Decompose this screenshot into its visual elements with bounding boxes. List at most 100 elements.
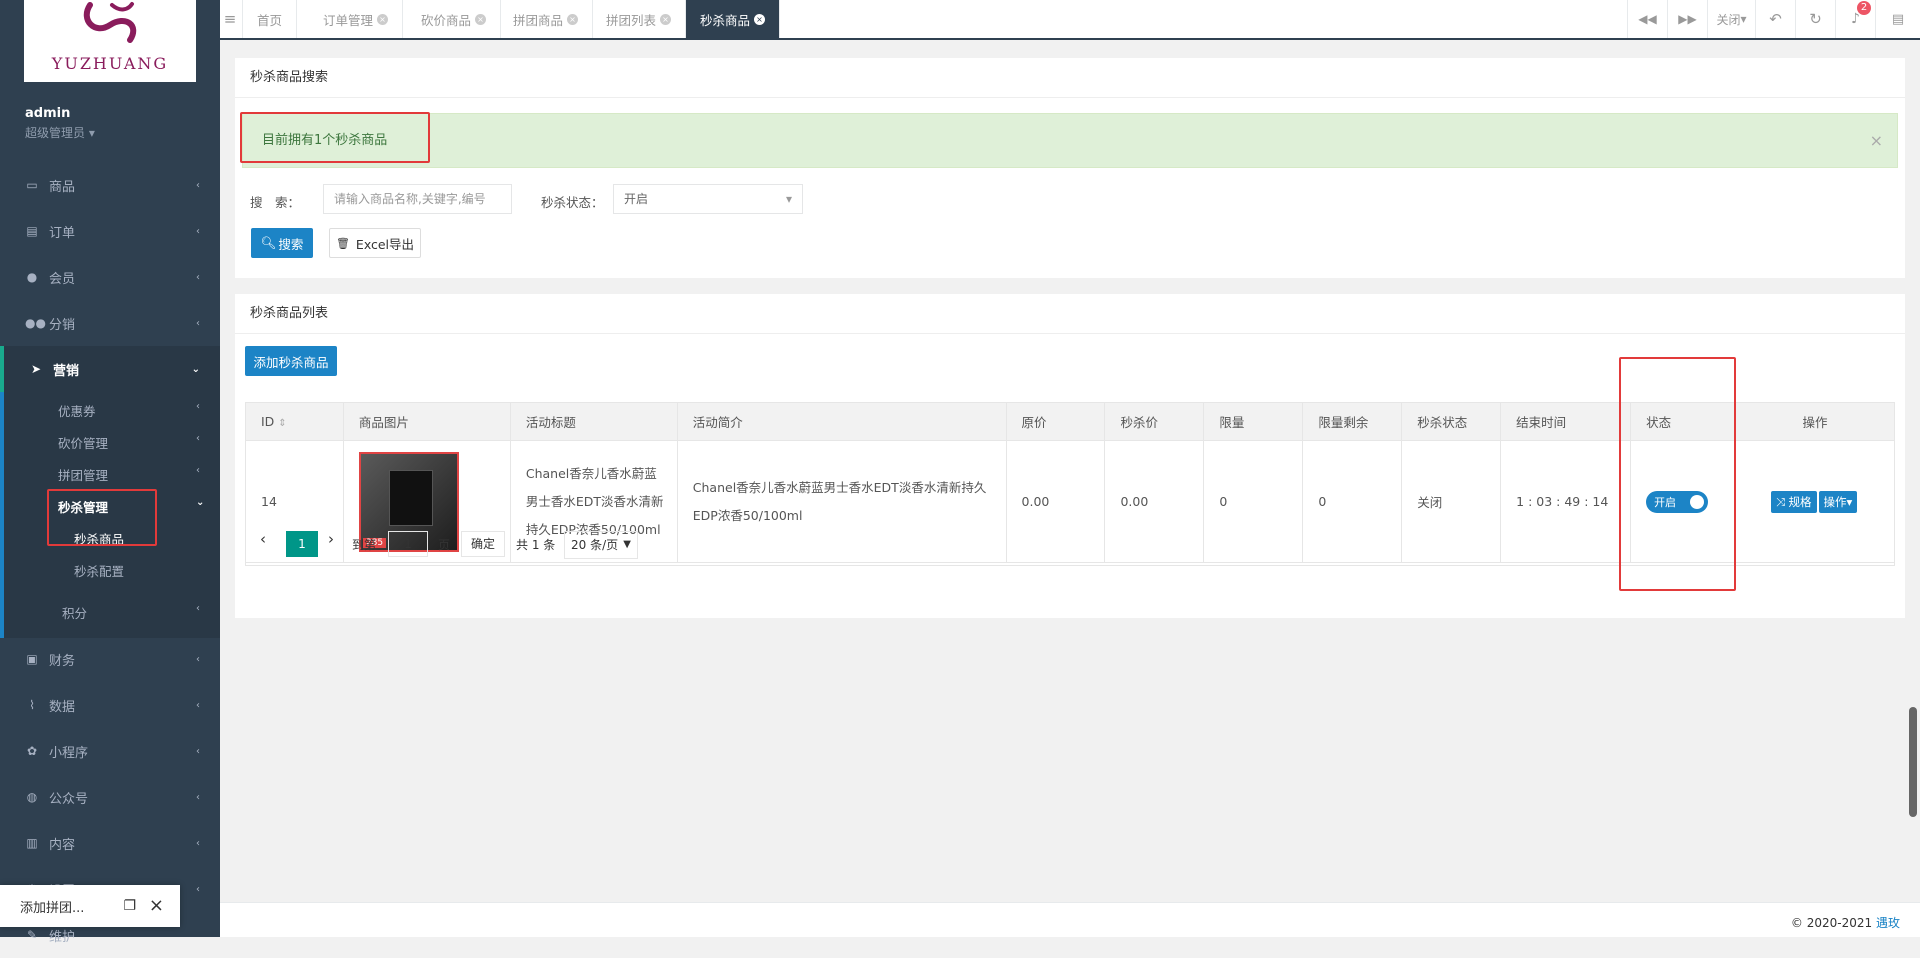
- col-limit-left: 限量剩余: [1302, 402, 1403, 441]
- tab-home[interactable]: 首页: [242, 0, 298, 38]
- search-panel-title: 秒杀商品搜索: [235, 58, 1905, 98]
- chevron-left-icon: ‹: [196, 465, 200, 476]
- user-role[interactable]: 超级管理员 ▾: [25, 124, 95, 141]
- chevron-left-icon: ‹: [196, 401, 200, 412]
- chevron-left-icon: ‹: [196, 883, 200, 895]
- close-tabs-dropdown[interactable]: 关闭 ▾: [1707, 0, 1755, 38]
- col-actions: 操作: [1735, 402, 1895, 441]
- tab-seckill-goods[interactable]: 秒杀商品 ×: [686, 0, 781, 38]
- search-label: 搜 索：: [250, 195, 301, 210]
- caret-down-icon: ▼: [623, 539, 631, 550]
- sort-icon[interactable]: ⇕: [278, 418, 286, 429]
- menu-item-distribution[interactable]: ●● 分销 ‹: [0, 300, 220, 346]
- footer: © 2020-2021 遇玫: [220, 902, 1920, 937]
- tab-close-icon[interactable]: ×: [377, 13, 389, 25]
- page-input[interactable]: 1: [388, 531, 428, 557]
- chevron-left-icon: ‹: [196, 603, 200, 614]
- chevron-left-icon: ‹: [196, 179, 200, 191]
- tab-group-goods[interactable]: 拼团商品 ×: [499, 0, 594, 38]
- chevron-left-icon: ‹: [196, 791, 200, 803]
- submenu-points[interactable]: 积分 ‹: [62, 603, 200, 622]
- user-name: admin: [25, 106, 71, 121]
- fullscreen-icon[interactable]: ▤: [1875, 0, 1920, 38]
- submenu-seckill-config[interactable]: 秒杀配置: [74, 561, 124, 580]
- search-button[interactable]: 🔍︎ 搜索: [251, 228, 313, 258]
- refresh-icon[interactable]: ↻: [1795, 0, 1835, 38]
- status-column-highlight: [1619, 357, 1736, 591]
- per-page-select[interactable]: 20 条/页 ▼: [564, 531, 638, 559]
- page-confirm-button[interactable]: 确定: [461, 531, 505, 557]
- user-block[interactable]: admin 超级管理员 ▾: [25, 106, 95, 141]
- menu-item-finance[interactable]: ▣ 财务 ‹: [0, 636, 220, 682]
- spec-button[interactable]: ⤨ 规格: [1770, 490, 1817, 513]
- page-1-button[interactable]: 1: [286, 531, 318, 557]
- col-intro: 活动简介: [676, 402, 1007, 441]
- menu-item-orders[interactable]: ▤ 订单 ‹: [0, 208, 220, 254]
- tab-orders[interactable]: 订单管理 ×: [309, 0, 404, 38]
- total-count: 共 1 条: [516, 538, 556, 552]
- search-input[interactable]: 请输入商品名称,关键字,编号: [323, 184, 512, 214]
- menu-item-members[interactable]: ● 会员 ‹: [0, 254, 220, 300]
- next-page-icon[interactable]: ›: [328, 530, 334, 548]
- alert-close-icon[interactable]: ×: [1870, 114, 1883, 167]
- chevron-left-icon: ‹: [196, 745, 200, 757]
- scrollbar[interactable]: [1909, 707, 1917, 817]
- submenu-group[interactable]: 拼团管理 ‹: [58, 465, 200, 484]
- prev-page-icon[interactable]: ‹: [260, 530, 266, 548]
- search-icon: 🔍︎: [260, 235, 277, 250]
- minimized-window[interactable]: 添加拼团... ❐ ×: [0, 885, 180, 927]
- tab-close-icon[interactable]: ×: [567, 13, 579, 25]
- status-label: 秒杀状态：: [541, 195, 604, 210]
- col-id[interactable]: ID ⇕: [245, 402, 344, 441]
- chevron-left-icon: ‹: [196, 317, 200, 329]
- col-limit: 限量: [1203, 402, 1304, 441]
- menu-item-miniprogram[interactable]: ✿ 小程序 ‹: [0, 728, 220, 774]
- tab-bargain-goods[interactable]: 砍价商品 ×: [407, 0, 502, 38]
- notification-badge: 2: [1857, 1, 1871, 15]
- paper-plane-icon: ➤: [30, 362, 42, 376]
- close-icon[interactable]: ×: [149, 895, 164, 916]
- operation-dropdown-button[interactable]: 操作▾: [1818, 490, 1858, 513]
- goto-label: 到第: [352, 538, 377, 552]
- perfume-bottle-icon: [388, 469, 433, 526]
- minimized-window-label: 添加拼团...: [20, 900, 85, 916]
- menu-item-content[interactable]: ▥ 内容 ‹: [0, 820, 220, 866]
- topbar: ≡ 首页 订单管理 × 砍价商品 × 拼团商品 × 拼团列表 × 秒杀商品 × ◀◀ ▶▶…: [220, 0, 1920, 40]
- excel-export-button[interactable]: 🗑︎ Excel导出: [329, 228, 421, 258]
- tab-close-icon[interactable]: ×: [660, 13, 672, 25]
- add-seckill-goods-button[interactable]: 添加秒杀商品: [245, 346, 337, 376]
- tab-close-icon[interactable]: ×: [754, 13, 766, 25]
- info-alert: 目前拥有1个秒杀商品 ×: [242, 113, 1898, 168]
- tab-group-list[interactable]: 拼团列表 ×: [592, 0, 687, 38]
- chevron-left-icon: ‹: [196, 433, 200, 444]
- restore-icon[interactable]: ❐: [123, 898, 136, 914]
- footer-link[interactable]: 遇玫: [1876, 916, 1900, 930]
- menu-item-data[interactable]: ⌇ 数据 ‹: [0, 682, 220, 728]
- trash-icon: 🗑︎: [335, 236, 350, 250]
- shuffle-icon: ⤨: [1775, 494, 1785, 509]
- col-title: 活动标题: [509, 402, 678, 441]
- user-icon: ●: [26, 270, 38, 284]
- menu-toggle-icon[interactable]: ≡: [220, 0, 240, 38]
- col-sec-status: 秒杀状态: [1401, 402, 1502, 441]
- tab-close-icon[interactable]: ×: [475, 13, 487, 25]
- scroll-left-icon[interactable]: ◀◀: [1627, 0, 1667, 38]
- wechat-icon: ◍: [26, 790, 38, 804]
- book-icon: ▥: [26, 836, 38, 850]
- status-select[interactable]: 开启 ▾: [613, 184, 803, 214]
- laptop-icon: ▭: [26, 178, 38, 192]
- scroll-right-icon[interactable]: ▶▶: [1667, 0, 1707, 38]
- menu-item-official-account[interactable]: ◍ 公众号 ‹: [0, 774, 220, 820]
- chevron-down-icon: ⌄: [191, 363, 200, 375]
- logo-mark-icon: [83, 2, 137, 43]
- submenu-bargain[interactable]: 砍价管理 ‹: [58, 433, 200, 452]
- highlight-box: [47, 489, 157, 546]
- alert-highlight-box: [240, 112, 430, 163]
- submenu-coupon[interactable]: 优惠券 ‹: [58, 401, 200, 420]
- chevron-down-icon: ⌄: [196, 497, 205, 508]
- back-icon[interactable]: ↶: [1755, 0, 1795, 38]
- menu-item-goods[interactable]: ▭ 商品 ‹: [0, 162, 220, 208]
- logo: YUZHUANG: [24, 0, 196, 82]
- menu-item-marketing[interactable]: ➤ 营销 ⌄: [0, 346, 220, 392]
- caret-down-icon: ▾: [785, 192, 792, 206]
